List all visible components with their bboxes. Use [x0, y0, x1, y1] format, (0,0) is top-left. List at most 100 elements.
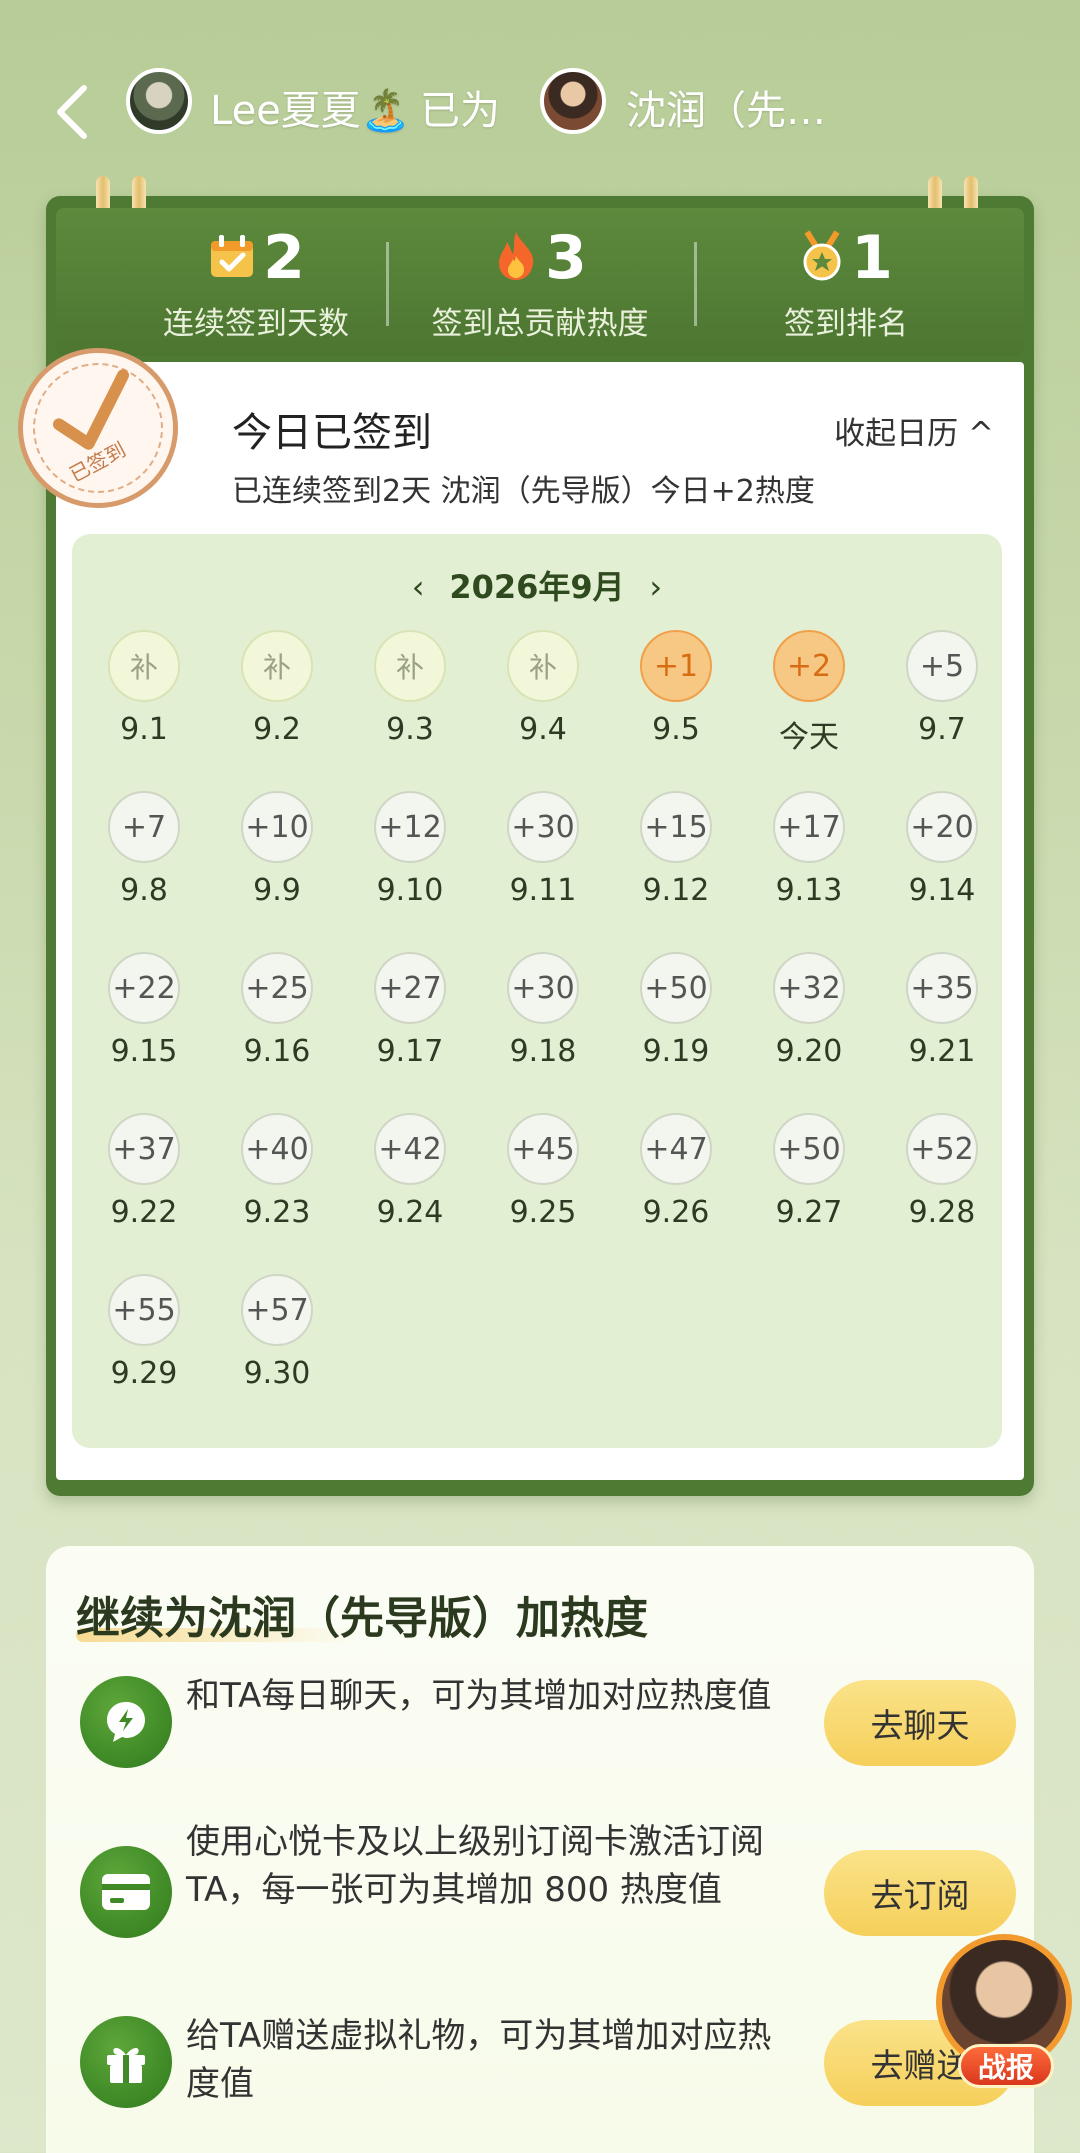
month-navigator: ‹ 2026年9月 ›	[72, 562, 1002, 608]
heat-bonus-badge: +17	[773, 791, 845, 863]
stat-total-heat: 3 签到总贡献热度	[400, 226, 680, 343]
heat-bonus-badge: +15	[640, 791, 712, 863]
go-subscribe-button[interactable]: 去订阅	[824, 1850, 1016, 1936]
calendar-day[interactable]: +42 9.24	[360, 1113, 460, 1263]
calendar-day[interactable]: +17 9.13	[759, 791, 859, 941]
calendar-day[interactable]: +47 9.26	[626, 1113, 726, 1263]
calendar-day[interactable]: +55 9.29	[94, 1274, 194, 1424]
calendar-day[interactable]: +25 9.16	[227, 952, 327, 1102]
calendar-date-label: 9.24	[376, 1195, 444, 1230]
battle-report-floating-button[interactable]: 战报	[922, 1934, 1078, 2094]
calendar-day[interactable]: +30 9.18	[493, 952, 593, 1102]
calendar-day[interactable]: +57 9.30	[227, 1274, 327, 1424]
stat-label: 签到总贡献热度	[431, 306, 649, 342]
makeup-checkin-badge[interactable]: 补	[108, 630, 180, 702]
calendar-date-label: 9.28	[908, 1195, 976, 1230]
heat-bonus-badge: +57	[241, 1274, 313, 1346]
heat-bonus-badge: +10	[241, 791, 313, 863]
calendar-day[interactable]: 补 9.3	[360, 630, 460, 780]
divider	[386, 242, 389, 326]
heat-bonus-badge: +20	[906, 791, 978, 863]
calendar-date-label: 9.10	[376, 873, 444, 908]
divider	[694, 242, 697, 326]
stat-rank: 1 签到排名	[706, 226, 986, 343]
calendar-check-icon	[207, 231, 257, 285]
calendar-date-label: 9.5	[652, 712, 700, 747]
chat-bolt-icon	[80, 1676, 172, 1768]
calendar-day[interactable]: 补 9.4	[493, 630, 593, 780]
calendar-date-label: 9.2	[253, 712, 301, 747]
makeup-checkin-badge[interactable]: 补	[507, 630, 579, 702]
calendar-day[interactable]: +12 9.10	[360, 791, 460, 941]
calendar-date-label: 9.13	[775, 873, 843, 908]
heat-bonus-badge: +55	[108, 1274, 180, 1346]
go-chat-button[interactable]: 去聊天	[824, 1680, 1016, 1766]
makeup-checkin-badge[interactable]: 补	[374, 630, 446, 702]
calendar-day[interactable]: +5 9.7	[892, 630, 992, 780]
collapse-calendar-button[interactable]: 收起日历 ^	[834, 408, 994, 453]
target-avatar[interactable]	[540, 68, 606, 134]
calendar-date-label: 9.9	[253, 873, 301, 908]
calendar-day[interactable]: +22 9.15	[94, 952, 194, 1102]
calendar-day[interactable]: +2 今天	[759, 630, 859, 780]
calendar-date-label: 9.4	[519, 712, 567, 747]
medal-icon	[799, 230, 845, 286]
calendar-day[interactable]: +1 9.5	[626, 630, 726, 780]
heat-bonus-badge: +52	[906, 1113, 978, 1185]
top-bar: Lee夏夏🏝️ 已为 沈润（先…	[0, 60, 1080, 180]
heat-bonus-badge: +2	[773, 630, 845, 702]
calendar-day[interactable]: +50 9.27	[759, 1113, 859, 1263]
calendar-date-label: 9.17	[376, 1034, 444, 1069]
calendar-day[interactable]: +7 9.8	[94, 791, 194, 941]
calendar-date-label: 9.27	[775, 1195, 843, 1230]
calendar-date-label: 9.18	[509, 1034, 577, 1069]
back-button[interactable]	[44, 72, 100, 152]
calendar-day[interactable]: +37 9.22	[94, 1113, 194, 1263]
task-chat: 和TA每日聊天，可为其增加对应热度值 去聊天	[76, 1672, 1016, 1772]
heat-bonus-badge: +37	[108, 1113, 180, 1185]
calendar-day[interactable]: +30 9.11	[493, 791, 593, 941]
heat-bonus-badge: +50	[773, 1113, 845, 1185]
calendar-grid-panel: ‹ 2026年9月 › 补 9.1 补 9.2 补 9.3 补 9.4 +1 9.5 +2 今天 +5 9…	[72, 534, 1002, 1448]
header-verb: 已为	[420, 88, 500, 134]
calendar-day[interactable]: +52 9.28	[892, 1113, 992, 1263]
card-icon	[80, 1846, 172, 1938]
next-month-button[interactable]: ›	[636, 568, 676, 606]
heat-bonus-badge: +27	[374, 952, 446, 1024]
calendar-day[interactable]: 补 9.2	[227, 630, 327, 780]
heat-bonus-badge: +42	[374, 1113, 446, 1185]
prev-month-button[interactable]: ‹	[398, 568, 438, 606]
today-status-title: 今日已签到	[232, 410, 432, 456]
stat-label: 签到排名	[784, 306, 908, 342]
calendar-day[interactable]: +15 9.12	[626, 791, 726, 941]
calendar-day[interactable]: +20 9.14	[892, 791, 992, 941]
calendar-day[interactable]: 补 9.1	[94, 630, 194, 780]
calendar-date-label: 9.21	[908, 1034, 976, 1069]
heat-bonus-badge: +7	[108, 791, 180, 863]
calendar-day[interactable]: +40 9.23	[227, 1113, 327, 1263]
calendar-date-label: 9.30	[243, 1356, 311, 1391]
task-gift: 给TA赠送虚拟礼物，可为其增加对应热度值 去赠送	[76, 2012, 1016, 2112]
add-heat-title: 继续为沈润（先导版）加热度	[76, 1593, 648, 1644]
task-text: 和TA每日聊天，可为其增加对应热度值	[186, 1676, 772, 1716]
stats-bar: 2 连续签到天数 3 签到总贡献热度 1 签到排名	[56, 208, 1024, 356]
calendar-day[interactable]: +27 9.17	[360, 952, 460, 1102]
heat-bonus-badge: +1	[640, 630, 712, 702]
calendar-date-label: 9.22	[110, 1195, 178, 1230]
calendar-day[interactable]: +10 9.9	[227, 791, 327, 941]
calendar-date-label: 9.29	[110, 1356, 178, 1391]
user-avatar[interactable]	[126, 68, 192, 134]
heat-bonus-badge: +45	[507, 1113, 579, 1185]
calendar-day[interactable]: +35 9.21	[892, 952, 992, 1102]
heat-bonus-badge: +35	[906, 952, 978, 1024]
gift-icon	[80, 2016, 172, 2108]
calendar-date-label: 9.16	[243, 1034, 311, 1069]
makeup-checkin-badge[interactable]: 补	[241, 630, 313, 702]
calendar-day[interactable]: +45 9.25	[493, 1113, 593, 1263]
calendar-date-label: 9.23	[243, 1195, 311, 1230]
flame-icon	[493, 230, 539, 286]
calendar-date-label: 9.19	[642, 1034, 710, 1069]
calendar-date-label: 9.26	[642, 1195, 710, 1230]
calendar-day[interactable]: +32 9.20	[759, 952, 859, 1102]
calendar-day[interactable]: +50 9.19	[626, 952, 726, 1102]
